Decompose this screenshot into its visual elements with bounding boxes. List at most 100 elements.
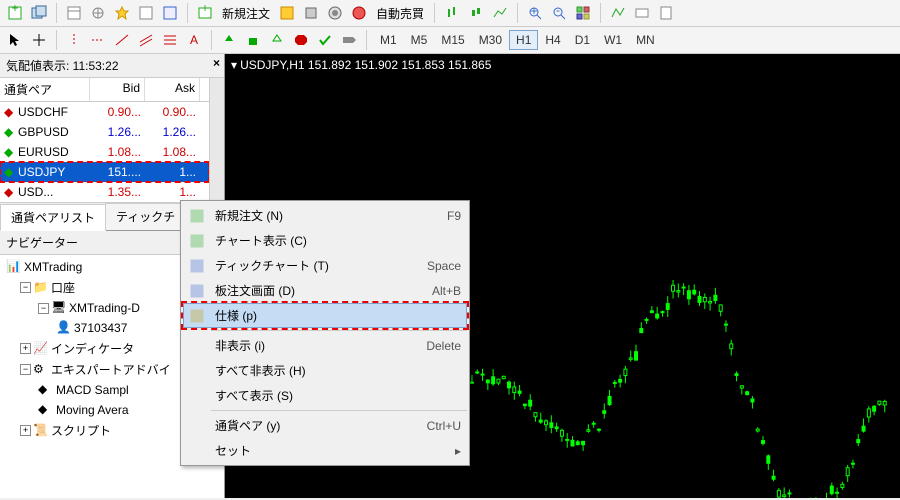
symbol-row-gbpusd[interactable]: ◆GBPUSD1.26...1.26... xyxy=(0,122,209,142)
tab-symbol-list[interactable]: 通貨ペアリスト xyxy=(0,204,106,231)
col-bid[interactable]: Bid xyxy=(90,78,145,101)
symbol-name: USD... xyxy=(14,182,90,202)
menu-p[interactable]: 仕様 (p) xyxy=(183,303,467,328)
tab-tick-chart[interactable]: ティックチ xyxy=(105,203,186,230)
menu-label: すべて表示 (S) xyxy=(215,387,441,404)
blank-icon xyxy=(189,388,209,404)
line-chart-icon[interactable] xyxy=(489,2,511,24)
new-chart-icon[interactable]: + xyxy=(4,2,26,24)
direction-up-icon: ◆ xyxy=(0,162,14,182)
timeframe-h4[interactable]: H4 xyxy=(538,30,567,50)
collapse-icon[interactable]: − xyxy=(20,364,31,375)
horizontal-line-icon[interactable] xyxy=(87,29,109,51)
indicators-icon[interactable] xyxy=(607,2,629,24)
price-label-icon[interactable] xyxy=(338,29,360,51)
bid-price: 0.90... xyxy=(90,102,145,122)
bar-chart-icon[interactable] xyxy=(441,2,463,24)
menu-shortcut: ▸ xyxy=(455,444,461,458)
menu-h[interactable]: すべて非表示 (H) xyxy=(183,358,467,383)
trendline-icon[interactable] xyxy=(111,29,133,51)
new-order-icon[interactable]: + xyxy=(194,2,216,24)
arrow-up-icon[interactable] xyxy=(218,29,240,51)
text-icon[interactable]: A xyxy=(183,29,205,51)
zoom-out-icon[interactable]: - xyxy=(548,2,570,24)
menu-label: 新規注文 (N) xyxy=(215,207,427,224)
new-order-icon xyxy=(189,208,209,224)
symbol-name: USDJPY xyxy=(14,162,90,182)
channel-icon[interactable] xyxy=(135,29,157,51)
col-ask[interactable]: Ask xyxy=(145,78,200,101)
menu-c[interactable]: チャート表示 (C) xyxy=(183,228,467,253)
templates-icon[interactable] xyxy=(655,2,677,24)
folder-icon: 📁 xyxy=(33,280,49,296)
symbol-row-usd[interactable]: ◆USD...1.35...1... xyxy=(0,182,209,202)
svg-text:+: + xyxy=(11,5,18,15)
periods-icon[interactable] xyxy=(631,2,653,24)
scrollbar[interactable] xyxy=(209,78,224,202)
timeframe-d1[interactable]: D1 xyxy=(568,30,597,50)
timeframe-m30[interactable]: M30 xyxy=(472,30,509,50)
symbol-row-eurusd[interactable]: ◆EURUSD1.08...1.08... xyxy=(0,142,209,162)
metaeditor-icon[interactable] xyxy=(276,2,298,24)
ask-price: 1.26... xyxy=(145,122,200,142)
cursor-icon[interactable] xyxy=(4,29,26,51)
menu-s[interactable]: すべて表示 (S) xyxy=(183,383,467,408)
favorites-icon[interactable] xyxy=(111,2,133,24)
navigator-icon[interactable] xyxy=(87,2,109,24)
timeframe-mn[interactable]: MN xyxy=(629,30,662,50)
menu-y[interactable]: 通貨ペア (y)Ctrl+U xyxy=(183,413,467,438)
collapse-icon[interactable]: − xyxy=(38,303,49,314)
menu-label: セット xyxy=(215,442,435,459)
auto-trade-label[interactable]: 自動売買 xyxy=(372,5,428,22)
tick-icon xyxy=(189,258,209,274)
col-symbol[interactable]: 通貨ペア xyxy=(0,78,90,101)
market-watch-icon[interactable] xyxy=(63,2,85,24)
svg-text:+: + xyxy=(201,5,208,15)
fibonacci-icon[interactable] xyxy=(159,29,181,51)
timeframe-m15[interactable]: M15 xyxy=(434,30,471,50)
stop-icon[interactable] xyxy=(290,29,312,51)
timeframe-m1[interactable]: M1 xyxy=(373,30,404,50)
options-icon[interactable] xyxy=(300,2,322,24)
symbol-row-usdchf[interactable]: ◆USDCHF0.90...0.90... xyxy=(0,102,209,122)
timeframe-w1[interactable]: W1 xyxy=(597,30,629,50)
symbol-name: GBPUSD xyxy=(14,122,90,142)
signals-icon[interactable] xyxy=(324,2,346,24)
bid-price: 151.... xyxy=(90,162,145,182)
menu-shortcut: Delete xyxy=(426,339,461,353)
menu-label: 仕様 (p) xyxy=(215,307,441,324)
timeframe-m5[interactable]: M5 xyxy=(404,30,435,50)
check-icon[interactable] xyxy=(314,29,336,51)
menu-shortcut: Ctrl+U xyxy=(427,419,461,433)
menu-i[interactable]: 非表示 (i)Delete xyxy=(183,333,467,358)
terminal-icon[interactable] xyxy=(135,2,157,24)
candle-chart-icon[interactable] xyxy=(465,2,487,24)
tile-windows-icon[interactable] xyxy=(572,2,594,24)
vertical-line-icon[interactable] xyxy=(63,29,85,51)
menu-[interactable]: セット ▸ xyxy=(183,438,467,463)
timeframe-h1[interactable]: H1 xyxy=(509,30,538,50)
new-order-label[interactable]: 新規注文 xyxy=(218,5,274,22)
close-icon[interactable]: × xyxy=(213,56,220,70)
strategy-tester-icon[interactable] xyxy=(159,2,181,24)
symbol-row-usdjpy[interactable]: ◆USDJPY151....1... xyxy=(0,162,209,182)
market-watch-title: 気配値表示: 11:53:22 × xyxy=(0,54,224,78)
chart-icon xyxy=(189,233,209,249)
arrow-icon[interactable] xyxy=(266,29,288,51)
zoom-in-icon[interactable]: + xyxy=(524,2,546,24)
menu-d[interactable]: 板注文画面 (D)Alt+B xyxy=(183,278,467,303)
depth-icon xyxy=(189,283,209,299)
market-watch-time: 気配値表示: 11:53:22 xyxy=(6,59,119,73)
symbol-name: EURUSD xyxy=(14,142,90,162)
profiles-icon[interactable] xyxy=(28,2,50,24)
expand-icon[interactable]: + xyxy=(20,343,31,354)
expand-icon[interactable]: + xyxy=(20,425,31,436)
collapse-icon[interactable]: − xyxy=(20,282,31,293)
auto-trade-icon[interactable] xyxy=(348,2,370,24)
menu-t[interactable]: ティックチャート (T)Space xyxy=(183,253,467,278)
menu-n[interactable]: 新規注文 (N)F9 xyxy=(183,203,467,228)
server-icon: 🖥 xyxy=(51,300,67,316)
thumbs-up-icon[interactable] xyxy=(242,29,264,51)
ask-price: 0.90... xyxy=(145,102,200,122)
crosshair-icon[interactable] xyxy=(28,29,50,51)
